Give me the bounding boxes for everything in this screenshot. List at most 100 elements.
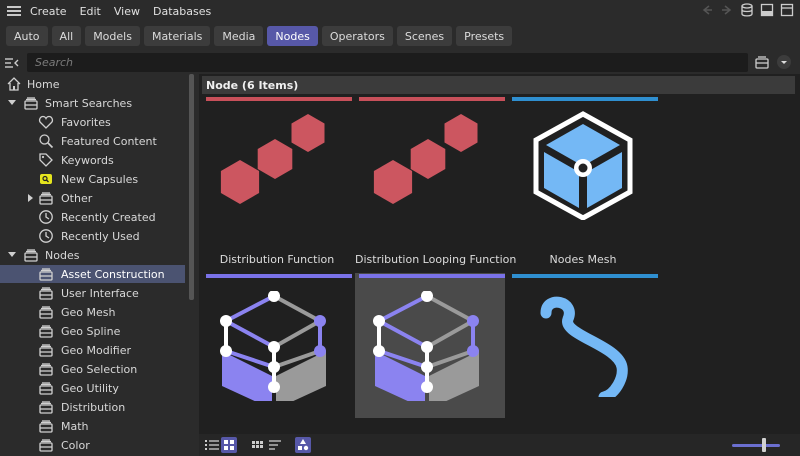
folder-stack-icon [38,323,54,339]
sidebar-item-geo-modifier[interactable]: Geo Modifier [0,341,185,359]
menu-bar: Create Edit View Databases [0,0,800,22]
filter-chip-scenes[interactable]: Scenes [396,26,453,46]
category-color-bar [206,274,352,278]
category-color-bar [512,97,658,101]
hamburger-menu-icon[interactable] [7,6,21,16]
sidebar-item-math[interactable]: Math [0,417,185,435]
sidebar-item-smart-searches[interactable]: Smart Searches [0,94,185,112]
folder-stack-icon[interactable] [754,54,770,73]
expand-right-icon[interactable] [28,194,33,202]
filter-chip-media[interactable]: Media [214,26,264,46]
sidebar-item-geo-selection[interactable]: Geo Selection [0,360,185,378]
sidebar-item-geo-mesh[interactable]: Geo Mesh [0,303,185,321]
list-view-icon[interactable] [204,437,220,453]
sidebar-item-distribution[interactable]: Distribution [0,398,185,416]
clock-icon [38,228,54,244]
sidebar-item-label: Home [27,77,60,91]
filter-chip-all[interactable]: All [51,26,82,46]
sidebar-scrollbar[interactable] [189,74,194,300]
asset-label: Nodes Mesh [549,253,617,266]
thumbnail-size-slider[interactable] [732,444,780,447]
sidebar-item-label: Geo Utility [61,381,119,395]
sidebar-item-label: Asset Construction [61,267,165,281]
asset-tile[interactable]: Nodes Mesh [508,96,658,266]
forward-arrow-icon[interactable] [720,3,734,17]
folder-stack-icon [38,342,54,358]
sidebar-item-favorites[interactable]: Favorites [0,113,185,131]
asset-tile[interactable] [202,273,352,418]
sort-icon[interactable] [267,437,283,453]
sidebar-item-label: Smart Searches [45,96,133,110]
capsule-badge-icon [38,171,54,187]
folder-stack-icon [23,95,39,111]
sidebar-item-label: Featured Content [61,134,157,148]
sidebar-item-recently-used[interactable]: Recently Used [0,227,185,245]
filter-chip-presets[interactable]: Presets [456,26,513,46]
asset-tile[interactable]: Distribution Looping Function [355,96,516,266]
sidebar-item-home[interactable]: Home [0,75,185,93]
sidebar-item-label: Geo Mesh [61,305,116,319]
sidebar-item-label: Other [61,191,93,205]
nodes-mesh-thumbnail-icon [518,110,648,221]
sidebar-item-geo-spline[interactable]: Geo Spline [0,322,185,340]
folder-stack-icon [38,361,54,377]
collapse-sidebar-icon[interactable] [4,55,20,71]
menu-edit[interactable]: Edit [80,5,101,18]
small-grid-icon[interactable] [251,437,267,453]
filter-chip-materials[interactable]: Materials [143,26,211,46]
menu-create[interactable]: Create [30,5,67,18]
folder-stack-icon [38,190,54,206]
filter-chip-models[interactable]: Models [85,26,140,46]
sidebar-item-asset-construction[interactable]: Asset Construction [0,265,185,283]
search-input[interactable] [27,53,748,72]
sidebar-item-nodes[interactable]: Nodes [0,246,185,264]
folder-stack-icon [38,266,54,282]
sidebar-item-other[interactable]: Other [0,189,185,207]
grid-header: Node (6 Items) [202,76,795,94]
clock-icon [38,209,54,225]
sidebar-item-user-interface[interactable]: User Interface [0,284,185,302]
sidebar-item-new-capsules[interactable]: New Capsules [0,170,185,188]
sidebar-item-label: Geo Modifier [61,343,131,357]
spline-thumbnail-icon [518,287,648,403]
sidebar-item-label: New Capsules [61,172,139,186]
database-icon[interactable] [740,3,754,17]
asset-tile[interactable] [355,273,505,418]
filter-chip-auto[interactable]: Auto [6,26,48,46]
grid-view-icon[interactable] [221,437,237,453]
folder-stack-icon [38,437,54,453]
folder-stack-icon [38,380,54,396]
filter-shapes-icon[interactable] [295,437,311,453]
panel-icon[interactable] [780,3,794,17]
back-arrow-icon[interactable] [700,3,714,17]
asset-tile[interactable]: Distribution Function [202,96,352,266]
distribution-thumbnail-icon [212,110,342,220]
heart-icon [38,114,54,130]
asset-tile[interactable] [508,273,658,418]
sidebar-item-label: Distribution [61,400,126,414]
sidebar-item-label: User Interface [61,286,139,300]
sidebar-item-label: Math [61,419,89,433]
sidebar-item-recently-created[interactable]: Recently Created [0,208,185,226]
menu-databases[interactable]: Databases [153,5,211,18]
layout-icon[interactable] [760,3,774,17]
category-color-bar [359,97,505,101]
sidebar-item-color[interactable]: Color [0,436,185,454]
menu-view[interactable]: View [114,5,140,18]
sidebar-item-label: Nodes [45,248,80,262]
filter-chip-nodes[interactable]: Nodes [267,26,318,46]
expand-down-icon[interactable] [8,100,16,105]
sidebar-item-keywords[interactable]: Keywords [0,151,185,169]
dropdown-chevron-icon[interactable] [776,54,792,73]
expand-down-icon[interactable] [8,252,16,257]
category-color-bar [512,274,658,278]
folder-stack-icon [38,304,54,320]
search-row [0,53,800,73]
slider-knob[interactable] [762,438,766,452]
sidebar-item-geo-utility[interactable]: Geo Utility [0,379,185,397]
filter-bar: Auto All Models Materials Media Nodes Operator… [0,26,513,47]
sidebar-item-label: Recently Created [61,210,156,224]
filter-chip-operators[interactable]: Operators [321,26,393,46]
sidebar-item-featured-content[interactable]: Featured Content [0,132,185,150]
sidebar-item-label: Keywords [61,153,114,167]
